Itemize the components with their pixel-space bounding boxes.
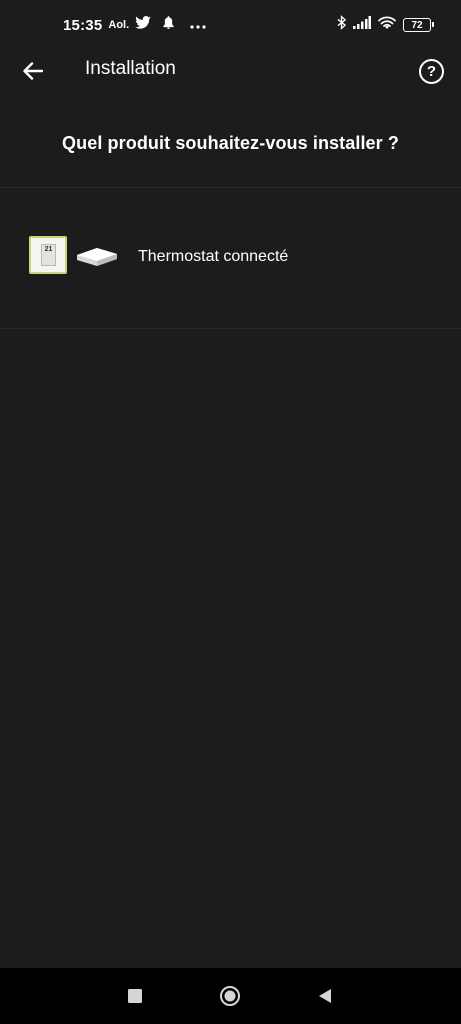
status-time: 15:35 [63, 16, 103, 34]
wifi-icon [378, 16, 396, 35]
status-left: 15:35 Aol. [63, 16, 206, 34]
status-right: 72 [337, 15, 434, 35]
thermostat-device-icon: 21 [29, 236, 67, 274]
battery-icon: 72 [403, 18, 434, 32]
screen: 15:35 Aol. 72 Installation ? Quel produi… [0, 0, 461, 1024]
product-label: Thermostat connecté [138, 248, 289, 265]
system-nav-bar [0, 968, 461, 1024]
relay-device-icon [75, 246, 119, 266]
home-circle-icon[interactable] [218, 984, 242, 1008]
divider [0, 328, 461, 329]
twitter-icon [135, 16, 151, 34]
status-bar: 15:35 Aol. 72 [0, 0, 461, 50]
thermostat-display: 21 [41, 244, 56, 266]
recents-square-icon[interactable] [123, 984, 147, 1008]
question-mark-icon: ? [426, 63, 437, 80]
arrow-left-icon [23, 62, 43, 80]
more-dots-icon [190, 16, 206, 34]
page-title: Installation [85, 58, 176, 79]
back-button[interactable] [18, 56, 48, 86]
question-heading: Quel produit souhaitez-vous installer ? [62, 133, 399, 153]
help-button[interactable]: ? [419, 59, 444, 84]
app-bar: Installation ? [0, 46, 461, 96]
status-carrier: Aol. [108, 19, 130, 31]
battery-level: 72 [411, 19, 423, 31]
notification-bell-icon [163, 16, 174, 34]
product-item-thermostat[interactable]: 21 Thermostat connecté [0, 188, 461, 328]
signal-icon [353, 16, 371, 34]
thermostat-product-image: 21 [29, 236, 121, 276]
bluetooth-icon [337, 15, 347, 35]
back-triangle-icon[interactable] [313, 984, 337, 1008]
